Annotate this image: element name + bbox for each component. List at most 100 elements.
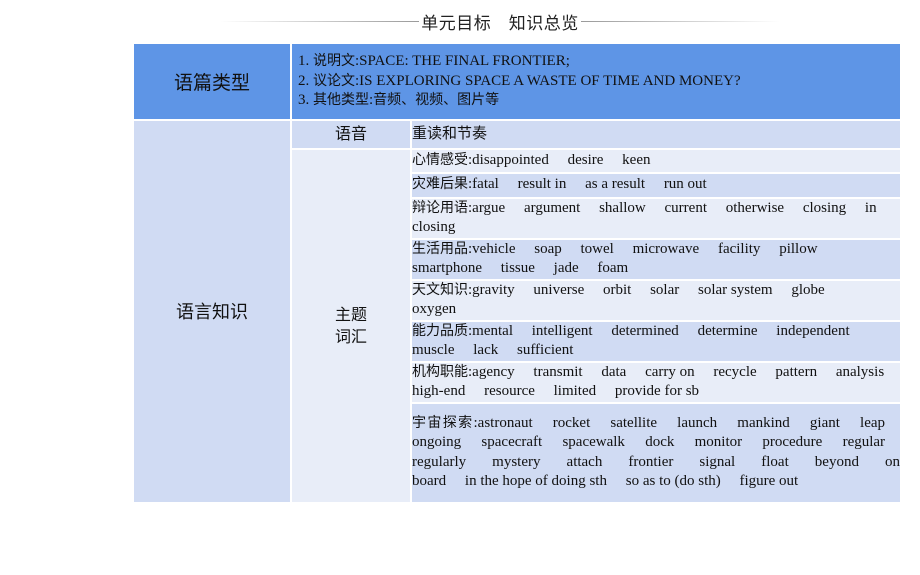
vocab-word: facility — [717, 240, 761, 257]
vocab-group: 能力品质:mental intelligent determined deter… — [410, 319, 902, 363]
vocab-word: desire — [567, 151, 604, 168]
vocab-word: gravity — [472, 281, 515, 298]
vocab-word: closing — [802, 199, 847, 216]
vocab-word: lack — [473, 342, 499, 358]
vocab-word: jade — [553, 260, 579, 276]
vocab-word: keen — [622, 151, 651, 168]
language-knowledge-label: 语言知识 — [132, 118, 292, 504]
vocab-category: 心情感受 — [412, 151, 468, 168]
vocab-word: pattern — [775, 363, 818, 380]
vocab-word: universe — [533, 281, 585, 298]
vocab-word: float — [761, 453, 789, 470]
knowledge-overview-table: 语篇类型 1. 说明文:SPACE: THE FINAL FRONTIER; 2… — [132, 42, 902, 504]
vocab-word: satellite — [610, 414, 658, 431]
title-divider-right — [580, 20, 780, 22]
vocab-word: spacewalk — [562, 434, 625, 450]
vocab-group: 天文知识:gravity universe orbit solar solar … — [410, 278, 902, 322]
vocab-word: mankind — [737, 414, 790, 431]
vocab-word: otherwise — [725, 199, 785, 216]
vocab-word: globe — [791, 281, 825, 298]
pronunciation-label: 语音 — [290, 118, 412, 150]
vocab-word: resource — [484, 383, 535, 399]
vocab-word: astronaut — [477, 414, 533, 431]
vocab-word: vehicle — [472, 240, 516, 257]
vocab-word: dock — [645, 434, 675, 450]
pronunciation-row: 语言知识 语音 重读和节奏 — [132, 118, 902, 504]
vocab-group: 生活用品:vehicle soap towel microwave facili… — [410, 237, 902, 281]
vocab-word: attach — [566, 453, 603, 470]
vocab-word: procedure — [762, 434, 823, 450]
vocab-word: determine — [697, 322, 758, 339]
vocab-word: spacecraft — [481, 434, 543, 450]
vocab-word: transmit — [533, 363, 583, 380]
vocab-word: foam — [597, 260, 629, 276]
vocab-word: data — [601, 363, 627, 380]
vocab-word: so as to (do sth) — [625, 473, 721, 489]
vocab-word: mental — [472, 322, 513, 339]
vocab-word: signal — [699, 453, 736, 470]
vocab-word: shallow — [599, 199, 646, 216]
text-types-list: 1. 说明文:SPACE: THE FINAL FRONTIER; 2. 议论文… — [290, 42, 902, 121]
vocab-word: muscle — [412, 342, 455, 358]
vocab-word: mystery — [492, 453, 541, 470]
vocab-word: high-end — [412, 383, 466, 399]
vocab-word: ongoing — [412, 434, 462, 450]
vocab-word: pillow — [779, 240, 818, 257]
vocab-word: argument — [523, 199, 581, 216]
text-type-item: 2. 议论文:IS EXPLORING SPACE A WASTE OF TIM… — [298, 72, 741, 89]
vocab-group: 机构职能:agency transmit data carry on recyc… — [410, 360, 902, 404]
vocab-word: giant — [809, 414, 840, 431]
vocab-word: frontier — [628, 453, 674, 470]
vocab-word: result in — [517, 176, 567, 193]
text-types-label: 语篇类型 — [132, 42, 292, 121]
text-types-row: 语篇类型 1. 说明文:SPACE: THE FINAL FRONTIER; 2… — [132, 42, 902, 121]
vocab-word: disappointed — [472, 151, 549, 168]
vocab-category: 能力品质 — [412, 322, 468, 339]
vocab-word: carry on — [645, 363, 695, 380]
vocab-group: 辩论用语:argue argument shallow current othe… — [410, 196, 902, 240]
vocab-word: as a result — [585, 176, 646, 193]
vocab-category: 机构职能 — [412, 363, 468, 380]
vocab-word: limited — [553, 383, 597, 399]
vocab-word: smartphone — [412, 260, 482, 276]
vocab-word: provide for sb — [614, 383, 700, 399]
vocab-word: regularly — [412, 453, 467, 470]
vocab-group: 宇宙探索:astronaut rocket satellite launch m… — [410, 401, 902, 504]
vocab-word: rocket — [552, 414, 591, 431]
vocab-word: solar — [650, 281, 680, 298]
vocab-word: in the hope of doing sth — [464, 473, 607, 489]
text-type-item: 1. 说明文:SPACE: THE FINAL FRONTIER; — [298, 53, 570, 69]
theme-vocab-label: 主题 词汇 — [290, 147, 412, 504]
vocab-word: figure out — [739, 473, 799, 489]
vocab-group: 灾难后果:fatal result in as a result run out — [410, 171, 902, 199]
vocab-word: argue — [472, 199, 506, 216]
vocab-word: run out — [663, 176, 707, 193]
vocab-word: agency — [472, 363, 515, 380]
vocab-word: towel — [580, 240, 614, 257]
vocab-word: fatal — [472, 176, 499, 193]
vocab-word: launch — [677, 414, 718, 431]
vocab-group: 心情感受:disappointed desire keen — [410, 147, 902, 174]
vocab-word: sufficient — [516, 342, 574, 358]
vocab-word: tissue — [500, 260, 535, 276]
vocab-category: 生活用品 — [412, 240, 468, 257]
vocab-word: analysis — [835, 363, 885, 380]
vocab-word: solar system — [698, 281, 773, 298]
title-divider-left — [220, 20, 420, 22]
vocab-word: independent — [776, 322, 850, 339]
vocab-word: recycle — [713, 363, 757, 380]
vocab-word: intelligent — [531, 322, 593, 339]
text-type-item: 3. 其他类型:音频、视频、图片等 — [298, 92, 500, 108]
vocab-category: 灾难后果 — [412, 176, 468, 193]
vocab-word: orbit — [603, 281, 632, 298]
section-title-bar: 单元目标 知识总览 — [220, 6, 780, 36]
vocab-category: 天文知识 — [412, 281, 468, 298]
vocab-category: 宇宙探索 — [412, 414, 474, 431]
vocab-word: determined — [611, 322, 679, 339]
pronunciation-value: 重读和节奏 — [410, 118, 902, 150]
vocab-word: oxygen — [412, 301, 457, 317]
section-title: 单元目标 知识总览 — [421, 13, 579, 34]
vocab-word: beyond — [814, 453, 859, 470]
vocab-word: microwave — [632, 240, 700, 257]
vocab-word: current — [664, 199, 707, 216]
